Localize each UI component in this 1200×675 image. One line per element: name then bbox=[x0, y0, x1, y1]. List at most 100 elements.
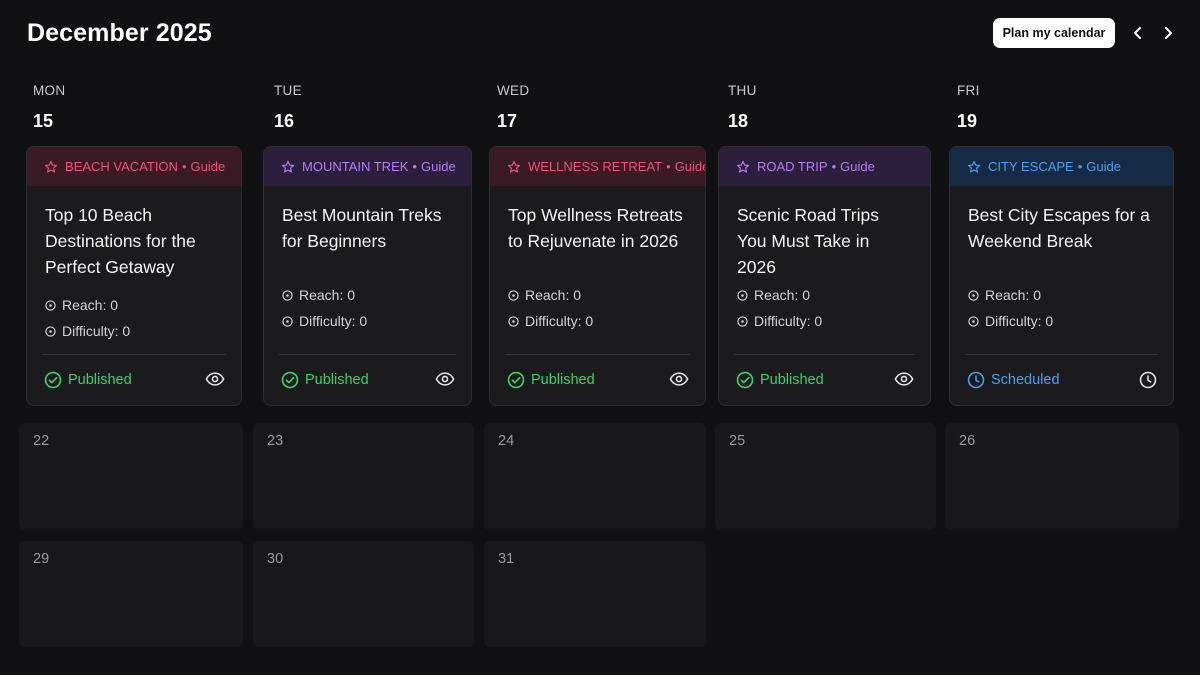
day-header-wed: WED 17 bbox=[497, 83, 529, 132]
clock-icon bbox=[1139, 371, 1157, 389]
difficulty-value: Difficulty: 0 bbox=[754, 313, 823, 329]
day-number: 31 bbox=[498, 551, 515, 567]
status-badge: Published bbox=[281, 371, 369, 389]
content-card-road-trip[interactable]: ROAD TRIP • Guide Scenic Road Trips You … bbox=[718, 146, 931, 406]
calendar-day-cell[interactable]: 26 bbox=[945, 423, 1179, 530]
tag-separator: • bbox=[1077, 159, 1083, 174]
content-type: Guide bbox=[1086, 159, 1121, 174]
tag-separator: • bbox=[666, 159, 671, 174]
reach-value: Reach: 0 bbox=[754, 287, 811, 303]
view-button[interactable] bbox=[894, 371, 914, 392]
day-number: 18 bbox=[728, 111, 749, 131]
content-card-mountain-trek[interactable]: MOUNTAIN TREK • Guide Best Mountain Trek… bbox=[263, 146, 472, 406]
day-number: 22 bbox=[33, 433, 50, 449]
difficulty-value: Difficulty: 0 bbox=[299, 313, 368, 329]
day-header-mon: MON 15 bbox=[33, 83, 65, 132]
target-icon bbox=[968, 315, 979, 327]
day-number: 17 bbox=[497, 111, 518, 131]
reach-metric: Reach: 0 bbox=[508, 287, 593, 303]
content-card-wellness-retreat[interactable]: WELLNESS RETREAT • Guide Top Wellness Re… bbox=[489, 146, 706, 406]
star-icon bbox=[507, 160, 521, 173]
target-icon bbox=[282, 315, 293, 327]
day-number: 25 bbox=[729, 433, 746, 449]
content-type: Guide bbox=[840, 159, 875, 174]
view-button[interactable] bbox=[435, 371, 455, 392]
card-divider bbox=[42, 354, 226, 355]
reach-metric: Reach: 0 bbox=[282, 287, 367, 303]
clock-icon bbox=[967, 371, 985, 389]
difficulty-metric: Difficulty: 0 bbox=[508, 313, 593, 329]
content-card-city-escape[interactable]: CITY ESCAPE • Guide Best City Escapes fo… bbox=[949, 146, 1174, 406]
category-tag: WELLNESS RETREAT • Guide bbox=[490, 147, 705, 186]
check-circle-icon bbox=[281, 371, 299, 389]
card-divider bbox=[279, 354, 456, 355]
calendar-day-cell[interactable]: 24 bbox=[484, 423, 706, 530]
view-button[interactable] bbox=[205, 371, 225, 392]
status-label: Published bbox=[305, 372, 369, 388]
calendar-day-cell[interactable]: 31 bbox=[484, 541, 706, 647]
day-number: 30 bbox=[267, 551, 284, 567]
content-card-beach-vacation[interactable]: BEACH VACATION • Guide Top 10 Beach Dest… bbox=[26, 146, 242, 406]
card-title: Top 10 Beach Destinations for the Perfec… bbox=[45, 205, 196, 277]
day-of-week: WED bbox=[497, 83, 530, 98]
check-circle-icon bbox=[507, 371, 525, 389]
category-label: WELLNESS RETREAT bbox=[528, 159, 663, 174]
star-icon bbox=[44, 160, 58, 173]
calendar-day-cell[interactable]: 29 bbox=[19, 541, 243, 647]
day-header-tue: TUE 16 bbox=[274, 83, 302, 132]
card-divider bbox=[965, 354, 1158, 355]
calendar-day-cell[interactable]: 25 bbox=[715, 423, 936, 530]
difficulty-metric: Difficulty: 0 bbox=[282, 313, 367, 329]
status-badge: Published bbox=[44, 371, 132, 389]
card-metrics: Reach: 0 Difficulty: 0 bbox=[737, 287, 822, 339]
day-number: 29 bbox=[33, 551, 50, 567]
difficulty-value: Difficulty: 0 bbox=[62, 323, 131, 339]
content-type: Guide bbox=[420, 159, 456, 174]
calendar-day-cell[interactable]: 30 bbox=[253, 541, 474, 647]
tag-separator: • bbox=[412, 159, 417, 174]
status-badge: Published bbox=[507, 371, 595, 389]
card-metrics: Reach: 0 Difficulty: 0 bbox=[968, 287, 1053, 339]
difficulty-metric: Difficulty: 0 bbox=[968, 313, 1053, 329]
card-title: Best Mountain Treks for Beginners bbox=[282, 205, 442, 251]
target-icon bbox=[968, 289, 979, 301]
difficulty-value: Difficulty: 0 bbox=[525, 313, 594, 329]
content-type: Guide bbox=[674, 159, 706, 174]
reach-value: Reach: 0 bbox=[299, 287, 356, 303]
target-icon bbox=[45, 325, 56, 337]
card-metrics: Reach: 0 Difficulty: 0 bbox=[45, 297, 130, 349]
card-metrics: Reach: 0 Difficulty: 0 bbox=[282, 287, 367, 339]
calendar-day-cell[interactable]: 23 bbox=[253, 423, 474, 530]
chevron-left-icon bbox=[1134, 27, 1141, 39]
schedule-button[interactable] bbox=[1139, 371, 1157, 394]
status-badge: Published bbox=[736, 371, 824, 389]
target-icon bbox=[45, 299, 56, 311]
category-label: BEACH VACATION bbox=[65, 159, 178, 174]
tag-separator: • bbox=[181, 159, 187, 174]
day-of-week: THU bbox=[728, 83, 757, 98]
content-type: Guide bbox=[190, 159, 226, 174]
reach-value: Reach: 0 bbox=[985, 287, 1042, 303]
day-number: 15 bbox=[33, 111, 54, 131]
target-icon bbox=[508, 315, 519, 327]
status-label: Scheduled bbox=[991, 372, 1060, 388]
next-month-button[interactable] bbox=[1155, 20, 1181, 46]
card-title: Scenic Road Trips You Must Take in 2026 bbox=[737, 205, 880, 277]
day-header-fri: FRI 19 bbox=[957, 83, 980, 132]
star-icon bbox=[967, 160, 981, 173]
day-number: 23 bbox=[267, 433, 284, 449]
difficulty-value: Difficulty: 0 bbox=[985, 313, 1054, 329]
plan-calendar-button[interactable]: Plan my calendar bbox=[993, 18, 1115, 48]
tag-separator: • bbox=[831, 159, 837, 174]
card-title: Best City Escapes for a Weekend Break bbox=[968, 205, 1150, 251]
prev-month-button[interactable] bbox=[1125, 20, 1151, 46]
eye-icon bbox=[669, 372, 689, 386]
category-tag: MOUNTAIN TREK • Guide bbox=[264, 147, 471, 186]
view-button[interactable] bbox=[669, 371, 689, 392]
category-label: CITY ESCAPE bbox=[988, 159, 1074, 174]
check-circle-icon bbox=[44, 371, 62, 389]
calendar-day-cell[interactable]: 22 bbox=[19, 423, 243, 530]
card-divider bbox=[734, 354, 915, 355]
day-number: 16 bbox=[274, 111, 295, 131]
reach-metric: Reach: 0 bbox=[968, 287, 1053, 303]
